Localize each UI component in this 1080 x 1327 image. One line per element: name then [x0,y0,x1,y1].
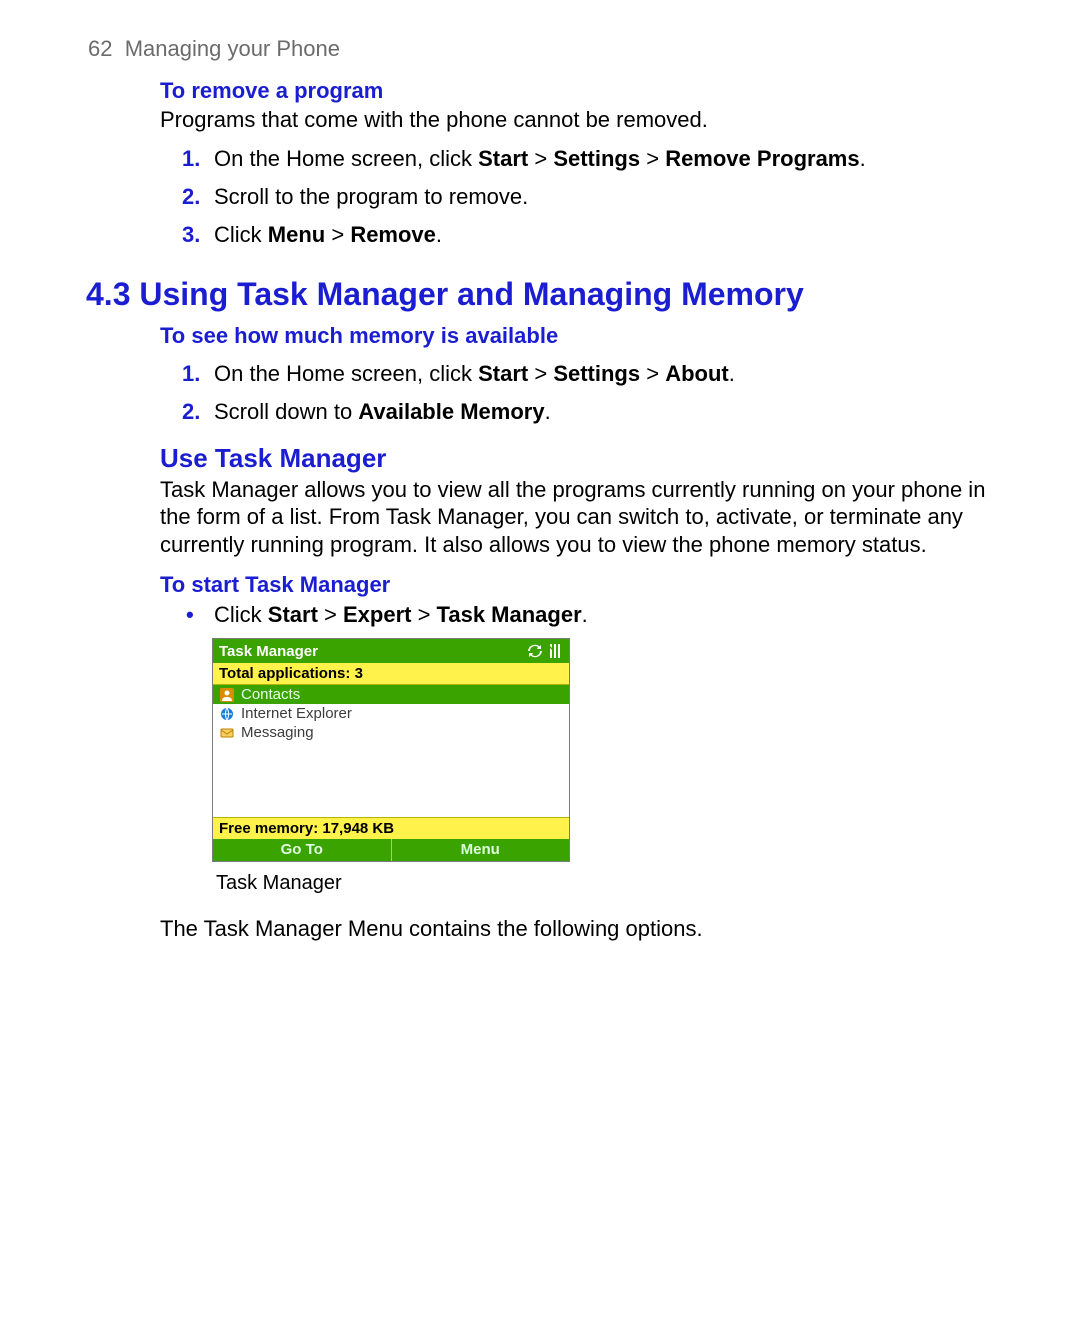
step-marker: 1. [182,146,200,172]
memory-steps: 1. On the Home screen, click Start > Set… [160,361,992,425]
list-item: 2. Scroll down to Available Memory. [182,399,992,425]
task-manager-screenshot: Task Manager Total applications: 3 [212,638,570,862]
softkey-menu[interactable]: Menu [392,839,570,861]
use-tm-body: Task Manager allows you to view all the … [160,476,992,559]
app-row-messaging[interactable]: Messaging [213,723,569,742]
heading-section-4-3: 4.3 Using Task Manager and Managing Memo… [86,276,992,313]
app-name: Messaging [241,724,314,741]
titlebar: Task Manager [213,639,569,663]
remove-program-steps: 1. On the Home screen, click Start > Set… [160,146,992,248]
page-header: 62 Managing your Phone [88,36,992,62]
titlebar-text: Task Manager [219,643,318,660]
list-item: 1. On the Home screen, click Start > Set… [182,146,992,172]
total-apps-bar: Total applications: 3 [213,663,569,685]
heading-memory-available: To see how much memory is available [160,323,992,349]
chapter-title: Managing your Phone [125,36,340,61]
app-row-contacts[interactable]: Contacts [213,685,569,704]
heading-remove-program: To remove a program [160,78,992,104]
list-item: 1. On the Home screen, click Start > Set… [182,361,992,387]
after-figure-text: The Task Manager Menu contains the follo… [160,915,992,943]
app-row-ie[interactable]: Internet Explorer [213,704,569,723]
ie-icon [219,706,235,722]
signal-icon [547,644,563,658]
remove-program-intro: Programs that come with the phone cannot… [160,106,992,134]
messaging-icon [219,725,235,741]
softkey-goto[interactable]: Go To [213,839,391,861]
start-tm-bullets: • Click Start > Expert > Task Manager. [186,602,992,628]
sync-icon [527,644,543,658]
step-marker: 1. [182,361,200,387]
app-list: Contacts Internet Explorer Messaging [213,685,569,817]
heading-use-task-manager: Use Task Manager [160,443,992,474]
step-marker: 2. [182,184,200,210]
free-memory-bar: Free memory: 17,948 KB [213,817,569,839]
softkey-bar: Go To Menu [213,839,569,861]
list-item: • Click Start > Expert > Task Manager. [186,602,992,628]
bullet-icon: • [186,602,194,628]
screenshot-caption: Task Manager [216,872,992,895]
contacts-icon [219,687,235,703]
page-number: 62 [88,36,112,61]
app-name: Internet Explorer [241,705,352,722]
heading-start-task-manager: To start Task Manager [160,572,992,598]
step-marker: 3. [182,222,200,248]
app-name: Contacts [241,686,300,703]
list-item: 2. Scroll to the program to remove. [182,184,992,210]
list-item: 3. Click Menu > Remove. [182,222,992,248]
step-marker: 2. [182,399,200,425]
